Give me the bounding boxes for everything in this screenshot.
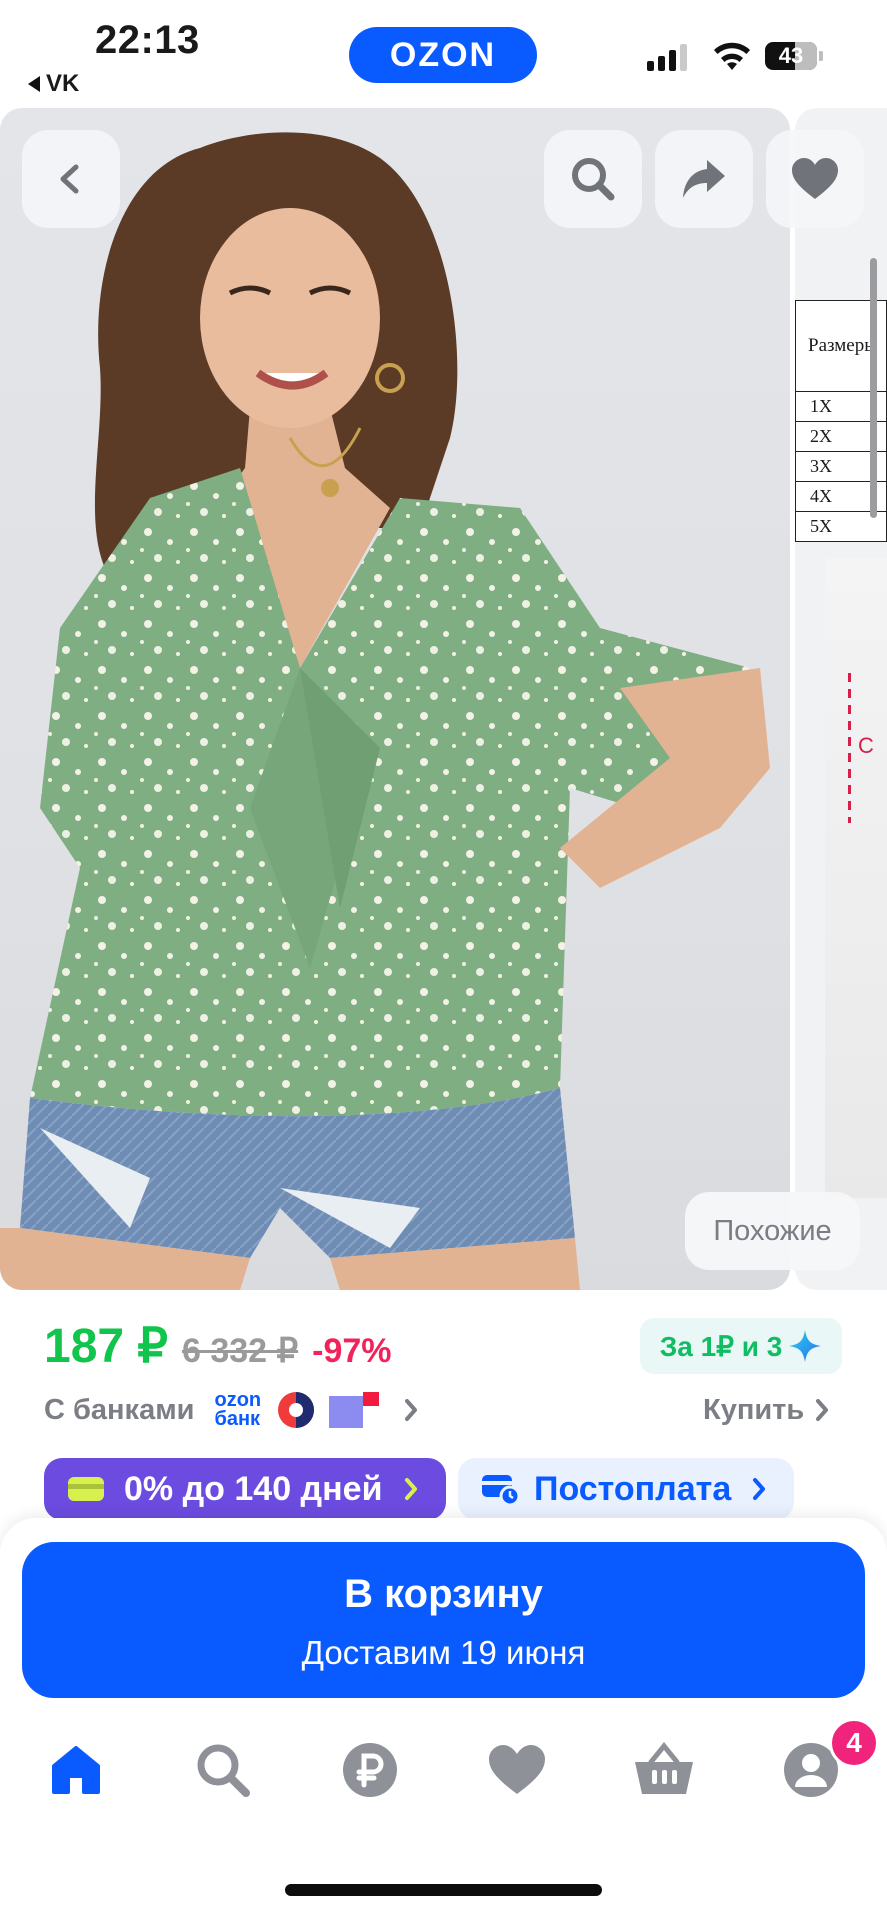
search-icon xyxy=(197,1744,250,1797)
ruble-icon xyxy=(343,1743,397,1797)
tab-cart[interactable] xyxy=(629,1735,699,1805)
battery-indicator: 43 xyxy=(765,42,817,70)
sparkle-icon xyxy=(789,1330,822,1362)
tab-finance[interactable] xyxy=(335,1735,405,1805)
similar-button[interactable]: Похожие xyxy=(685,1192,860,1270)
add-to-cart-label: В корзину xyxy=(344,1572,543,1616)
price-row: 187 ₽ 6 332 ₽ -97% xyxy=(44,1318,392,1378)
home-indicator[interactable] xyxy=(285,1884,602,1896)
back-arrow-icon xyxy=(60,164,79,194)
home-icon xyxy=(52,1746,100,1794)
bank-logo-circle-icon xyxy=(278,1392,315,1428)
share-icon xyxy=(683,160,725,198)
ozon-logo: OZON xyxy=(349,27,537,83)
tab-bar xyxy=(0,1735,887,1815)
delivery-date-label: Доставим 19 июня xyxy=(301,1634,586,1671)
battery-tip xyxy=(819,51,823,61)
card-icon xyxy=(68,1477,104,1501)
measure-label: C xyxy=(858,733,874,758)
chevron-right-icon xyxy=(753,1478,766,1500)
status-time: 22:13 xyxy=(95,18,200,62)
basket-icon xyxy=(635,1742,693,1794)
postpay-label: Постоплата xyxy=(534,1469,732,1508)
heart-icon xyxy=(792,158,838,199)
buy-link-label: Купить xyxy=(703,1393,805,1426)
search-button[interactable] xyxy=(544,130,642,228)
bonus-chip-label: За 1₽ и 3 xyxy=(659,1330,783,1362)
preview-scrollbar xyxy=(870,258,877,518)
installment-label: 0% до 140 дней xyxy=(124,1469,383,1508)
postpay-pill[interactable]: Постоплата xyxy=(458,1458,794,1520)
chevron-right-icon xyxy=(404,1478,417,1500)
buy-with-bank-link[interactable]: Купить xyxy=(703,1385,830,1435)
status-bar: 22:13 VK OZON 43 xyxy=(0,0,887,105)
banks-row[interactable]: С банками ozon банк xyxy=(44,1385,419,1435)
back-to-app-link[interactable]: VK xyxy=(28,70,79,98)
bonus-chip[interactable]: За 1₽ и 3 xyxy=(640,1318,842,1374)
banks-label: С банками xyxy=(44,1393,195,1426)
tab-home[interactable] xyxy=(41,1735,111,1805)
bank-logo-square-icon xyxy=(329,1392,380,1428)
search-icon xyxy=(572,158,615,201)
back-triangle-icon xyxy=(28,76,40,92)
chevron-right-icon xyxy=(405,1399,418,1421)
model-photo-illustration xyxy=(0,132,770,1290)
add-to-cart-button[interactable]: В корзину Доставим 19 июня xyxy=(22,1542,865,1698)
favorite-button[interactable] xyxy=(766,130,864,228)
current-price: 187 ₽ xyxy=(44,1320,168,1373)
product-gallery[interactable]: Размеры 1X 2X 3X 4X 5X C Похожие xyxy=(0,108,887,1290)
battery-level: 43 xyxy=(778,43,804,68)
bottom-sheet: В корзину Доставим 19 июня xyxy=(0,1518,887,1920)
measure-line xyxy=(848,673,851,823)
wifi-icon xyxy=(714,42,750,70)
discount-badge: -97% xyxy=(312,1332,392,1370)
product-photo[interactable] xyxy=(0,108,790,1290)
next-photo-preview[interactable]: Размеры 1X 2X 3X 4X 5X C xyxy=(795,108,887,1290)
profile-notification-badge: 4 xyxy=(829,1718,879,1768)
old-price: 6 332 ₽ xyxy=(181,1332,299,1370)
chevron-right-icon xyxy=(816,1399,829,1421)
ozon-bank-line2: банк xyxy=(214,1408,261,1430)
tab-favorites[interactable] xyxy=(482,1735,552,1805)
back-app-label: VK xyxy=(46,70,80,97)
back-button[interactable] xyxy=(22,130,120,228)
favorites-icon xyxy=(489,1745,545,1794)
card-clock-icon xyxy=(482,1475,520,1507)
share-button[interactable] xyxy=(655,130,753,228)
cellular-signal-icon xyxy=(647,44,687,71)
size-diagram-preview xyxy=(825,558,887,1198)
tab-search[interactable] xyxy=(188,1735,258,1805)
installment-pill[interactable]: 0% до 140 дней xyxy=(44,1458,446,1520)
ozon-bank-logo: ozon банк xyxy=(214,1390,261,1430)
